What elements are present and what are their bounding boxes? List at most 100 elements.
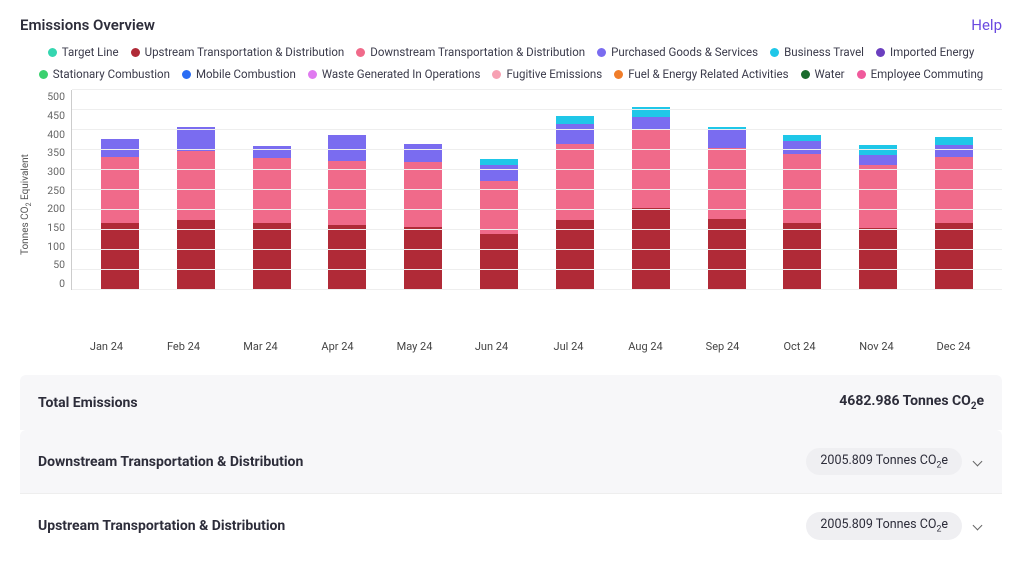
bar-segment bbox=[935, 145, 973, 157]
legend-dot bbox=[857, 70, 866, 79]
help-link[interactable]: Help bbox=[971, 16, 1002, 34]
category-row[interactable]: Upstream Transportation & Distribution 20… bbox=[20, 493, 1002, 558]
bar-segment bbox=[328, 161, 366, 225]
y-axis: 500450400350300250200150100500 bbox=[37, 90, 71, 290]
category-row[interactable]: Downstream Transportation & Distribution… bbox=[20, 430, 1002, 494]
x-tick: Jun 24 bbox=[473, 340, 511, 353]
legend-label: Imported Energy bbox=[890, 44, 974, 60]
bar[interactable] bbox=[556, 116, 594, 290]
bar-segment bbox=[253, 158, 291, 223]
legend-label: Downstream Transportation & Distribution bbox=[370, 44, 585, 60]
y-tick: 100 bbox=[47, 240, 65, 253]
bar[interactable] bbox=[935, 137, 973, 290]
legend-item[interactable]: Water bbox=[801, 66, 845, 82]
legend-label: Target Line bbox=[62, 44, 119, 60]
gridline bbox=[72, 269, 1002, 270]
y-tick: 250 bbox=[47, 184, 65, 197]
total-label: Total Emissions bbox=[38, 395, 138, 411]
category-value: 2005.809 Tonnes CO2e bbox=[806, 512, 962, 540]
legend-dot bbox=[131, 48, 140, 57]
gridline bbox=[72, 149, 1002, 150]
x-axis: Jan 24Feb 24Mar 24Apr 24May 24Jun 24Jul … bbox=[20, 340, 1002, 353]
legend-label: Mobile Combustion bbox=[196, 66, 296, 82]
chevron-down-icon bbox=[972, 520, 984, 532]
total-value: 4682.986 Tonnes CO2e bbox=[839, 393, 984, 412]
legend-label: Stationary Combustion bbox=[53, 66, 170, 82]
legend-item[interactable]: Upstream Transportation & Distribution bbox=[131, 44, 345, 60]
bar-segment bbox=[783, 141, 821, 154]
bar-segment bbox=[556, 220, 594, 290]
legend-dot bbox=[492, 70, 501, 79]
legend-dot bbox=[614, 70, 623, 79]
bar-segment bbox=[935, 137, 973, 145]
y-tick: 200 bbox=[47, 202, 65, 215]
legend-label: Waste Generated In Operations bbox=[322, 66, 481, 82]
bar[interactable] bbox=[783, 135, 821, 290]
y-tick: 400 bbox=[47, 128, 65, 141]
legend-item[interactable]: Imported Energy bbox=[876, 44, 974, 60]
legend-item[interactable]: Purchased Goods & Services bbox=[597, 44, 758, 60]
y-tick: 450 bbox=[47, 109, 65, 122]
legend-item[interactable]: Fuel & Energy Related Activities bbox=[614, 66, 788, 82]
bars-container bbox=[72, 90, 1002, 290]
y-tick: 500 bbox=[47, 90, 65, 103]
chart: Tonnes CO2 Equivalent 500450400350300250… bbox=[20, 90, 1002, 320]
bar-segment bbox=[480, 165, 518, 181]
total-row: Total Emissions 4682.986 Tonnes CO2e bbox=[20, 375, 1002, 430]
gridline bbox=[72, 229, 1002, 230]
legend-dot bbox=[876, 48, 885, 57]
legend-item[interactable]: Employee Commuting bbox=[857, 66, 984, 82]
bar[interactable] bbox=[632, 107, 670, 290]
x-tick: Sep 24 bbox=[704, 340, 742, 353]
legend-item[interactable]: Downstream Transportation & Distribution bbox=[356, 44, 585, 60]
x-tick: Feb 24 bbox=[165, 340, 203, 353]
category-value: 2005.809 Tonnes CO2e bbox=[806, 448, 962, 476]
bar-segment bbox=[101, 139, 139, 157]
bar-segment bbox=[708, 130, 746, 148]
bar-segment bbox=[480, 234, 518, 290]
bar-segment bbox=[935, 223, 973, 290]
bar-segment bbox=[859, 228, 897, 290]
bar[interactable] bbox=[328, 135, 366, 290]
legend-dot bbox=[801, 70, 810, 79]
legend-item[interactable]: Business Travel bbox=[770, 44, 864, 60]
x-tick: Aug 24 bbox=[627, 340, 665, 353]
plot-area bbox=[71, 90, 1002, 290]
x-tick: May 24 bbox=[396, 340, 434, 353]
page-title: Emissions Overview bbox=[20, 16, 155, 34]
legend-item[interactable]: Waste Generated In Operations bbox=[308, 66, 481, 82]
bar-segment bbox=[859, 155, 897, 165]
x-tick: Mar 24 bbox=[242, 340, 280, 353]
gridline bbox=[72, 289, 1002, 290]
chevron-down-icon bbox=[972, 456, 984, 468]
bar-segment bbox=[783, 223, 821, 290]
legend-label: Purchased Goods & Services bbox=[611, 44, 758, 60]
bar-segment bbox=[328, 225, 366, 290]
legend-dot bbox=[770, 48, 779, 57]
legend-item[interactable]: Target Line bbox=[48, 44, 119, 60]
legend-label: Upstream Transportation & Distribution bbox=[145, 44, 345, 60]
y-tick: 150 bbox=[47, 221, 65, 234]
legend-dot bbox=[308, 70, 317, 79]
bar-segment bbox=[404, 162, 442, 227]
legend-item[interactable]: Mobile Combustion bbox=[182, 66, 296, 82]
y-tick: 0 bbox=[59, 277, 65, 290]
y-tick: 300 bbox=[47, 165, 65, 178]
x-tick: Dec 24 bbox=[935, 340, 973, 353]
summary-section: Total Emissions 4682.986 Tonnes CO2e Dow… bbox=[20, 375, 1002, 558]
legend-item[interactable]: Stationary Combustion bbox=[39, 66, 170, 82]
y-tick: 50 bbox=[53, 258, 65, 271]
x-tick: Jul 24 bbox=[550, 340, 588, 353]
bar-segment bbox=[859, 165, 897, 228]
category-label: Upstream Transportation & Distribution bbox=[38, 518, 285, 534]
legend-dot bbox=[39, 70, 48, 79]
legend-dot bbox=[48, 48, 57, 57]
x-tick: Oct 24 bbox=[781, 340, 819, 353]
legend-label: Business Travel bbox=[784, 44, 864, 60]
legend-item[interactable]: Fugitive Emissions bbox=[492, 66, 602, 82]
legend-dot bbox=[597, 48, 606, 57]
bar[interactable] bbox=[480, 159, 518, 290]
bar[interactable] bbox=[101, 139, 139, 290]
y-tick: 350 bbox=[47, 146, 65, 159]
x-tick: Nov 24 bbox=[858, 340, 896, 353]
